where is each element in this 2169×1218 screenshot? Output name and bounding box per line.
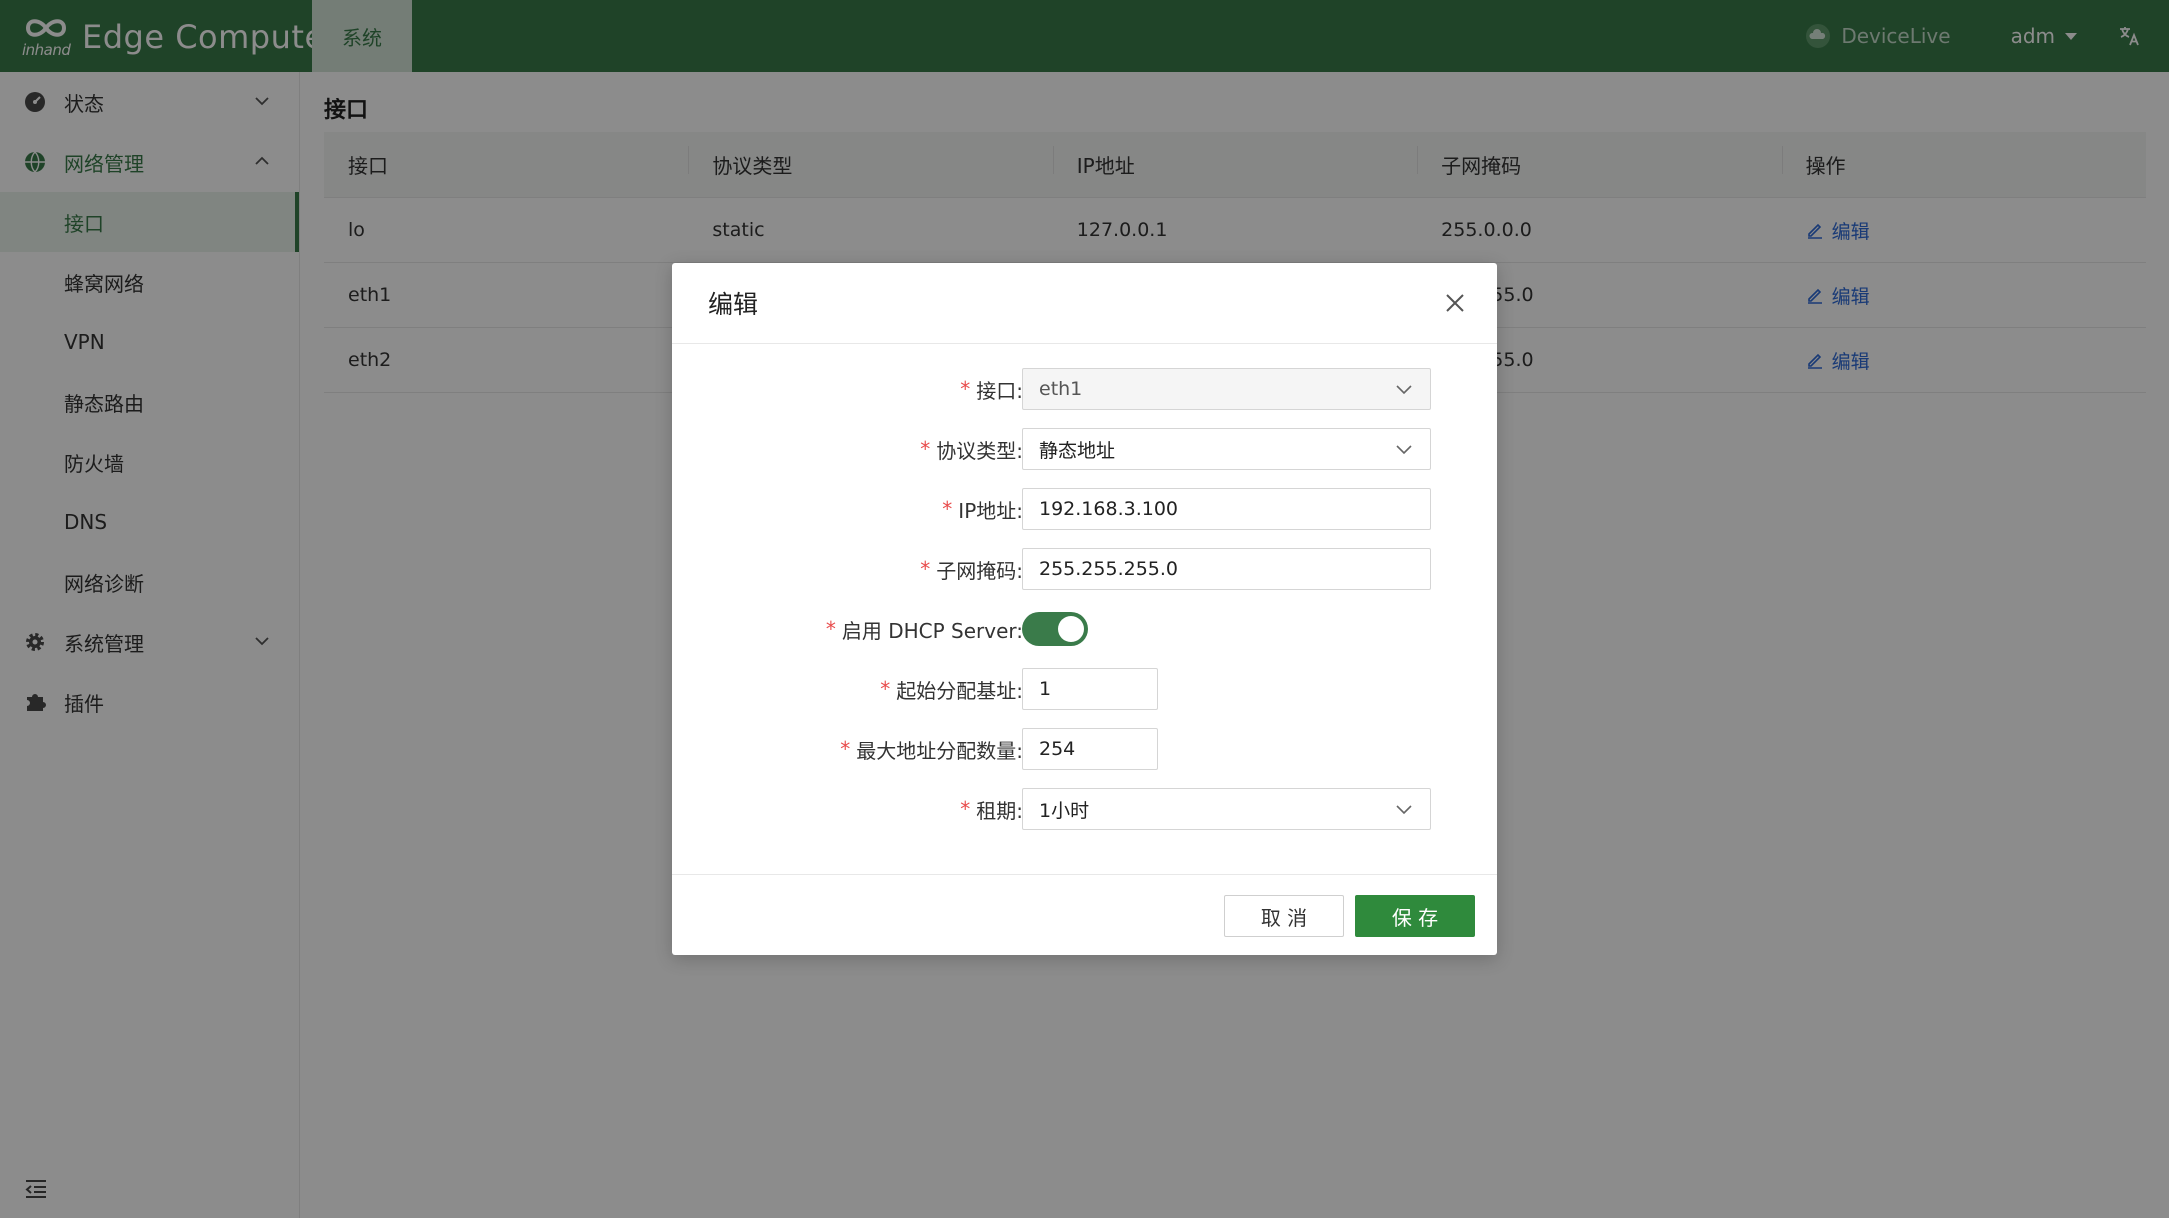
required-mark: * — [960, 377, 971, 401]
select-value: 1小时 — [1039, 799, 1090, 822]
required-mark: * — [880, 677, 891, 701]
form-row-start-address: * 起始分配基址: 1 — [672, 668, 1497, 710]
dialog-title: 编辑 — [708, 290, 759, 319]
field-label: 子网掩码: — [936, 558, 1023, 583]
form-row-interface: * 接口: eth1 — [672, 368, 1497, 410]
field-label: IP地址: — [958, 498, 1023, 523]
select-value: 静态地址 — [1039, 439, 1116, 462]
input-value: 254 — [1039, 738, 1076, 760]
form-row-protocol: * 协议类型: 静态地址 — [672, 428, 1497, 470]
form-row-dhcp: * 启用 DHCP Server: — [672, 608, 1497, 650]
field-label: 协议类型: — [936, 438, 1023, 463]
required-mark: * — [825, 617, 836, 641]
toggle-knob — [1058, 616, 1084, 642]
form-row-max-addresses: * 最大地址分配数量: 254 — [672, 728, 1497, 770]
field-label: 最大地址分配数量: — [856, 738, 1023, 763]
close-icon[interactable] — [1443, 291, 1467, 315]
field-label: 接口: — [976, 378, 1023, 403]
ip-address-input[interactable]: 192.168.3.100 — [1022, 488, 1431, 530]
select-value: eth1 — [1039, 378, 1083, 400]
dhcp-server-toggle[interactable] — [1022, 612, 1088, 646]
save-button[interactable]: 保 存 — [1355, 895, 1475, 937]
required-mark: * — [960, 797, 971, 821]
field-label: 起始分配基址: — [896, 678, 1023, 703]
input-value: 192.168.3.100 — [1039, 498, 1179, 520]
input-value: 1 — [1039, 678, 1052, 700]
form-row-ip: * IP地址: 192.168.3.100 — [672, 488, 1497, 530]
form-row-mask: * 子网掩码: 255.255.255.0 — [672, 548, 1497, 590]
dialog-header: 编辑 — [672, 263, 1497, 344]
chevron-down-icon — [1396, 445, 1412, 455]
input-value: 255.255.255.0 — [1039, 558, 1179, 580]
subnet-mask-input[interactable]: 255.255.255.0 — [1022, 548, 1431, 590]
chevron-down-icon — [1396, 805, 1412, 815]
lease-time-select[interactable]: 1小时 — [1022, 788, 1431, 830]
required-mark: * — [942, 497, 953, 521]
field-label: 启用 DHCP Server: — [841, 618, 1023, 643]
required-mark: * — [920, 557, 931, 581]
interface-select[interactable]: eth1 — [1022, 368, 1431, 410]
required-mark: * — [840, 737, 851, 761]
field-label: 租期: — [976, 798, 1023, 823]
max-addresses-input[interactable]: 254 — [1022, 728, 1158, 770]
edit-dialog: 编辑 * 接口: eth1 * 协议类型: 静态地址 * IP地址: 192.168.… — [672, 263, 1497, 955]
form-row-lease: * 租期: 1小时 — [672, 788, 1497, 830]
cancel-button[interactable]: 取 消 — [1224, 895, 1344, 937]
protocol-select[interactable]: 静态地址 — [1022, 428, 1431, 470]
required-mark: * — [920, 437, 931, 461]
dialog-footer: 取 消 保 存 — [672, 874, 1497, 955]
chevron-down-icon — [1396, 385, 1412, 395]
start-address-input[interactable]: 1 — [1022, 668, 1158, 710]
